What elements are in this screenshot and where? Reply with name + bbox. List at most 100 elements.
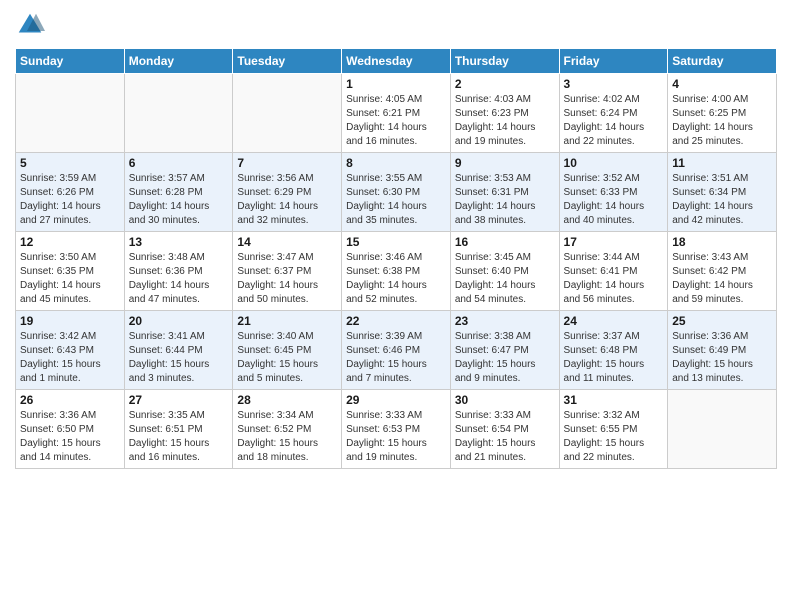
day-number: 5 bbox=[20, 156, 120, 170]
day-info: Sunrise: 3:53 AM Sunset: 6:31 PM Dayligh… bbox=[455, 172, 555, 228]
calendar-cell: 31 Sunrise: 3:32 AM Sunset: 6:55 PM Dayli… bbox=[559, 390, 668, 469]
calendar-week-4: 19 Sunrise: 3:42 AM Sunset: 6:43 PM Dayli… bbox=[16, 311, 777, 390]
calendar-cell: 29Sunrise: 3:33 AM Sunset: 6:53 PM Dayli… bbox=[342, 390, 451, 469]
calendar-cell: 30 Sunrise: 3:33 AM Sunset: 6:54 PM Dayli… bbox=[450, 390, 559, 469]
day-number: 16 bbox=[455, 235, 555, 249]
day-number: 1 bbox=[346, 77, 446, 91]
calendar-cell: 16 Sunrise: 3:45 AM Sunset: 6:40 PM Dayli… bbox=[450, 232, 559, 311]
day-info: Sunrise: 3:36 AM Sunset: 6:49 PM Dayligh… bbox=[672, 330, 772, 386]
day-info: Sunrise: 3:34 AM Sunset: 6:52 PM Dayligh… bbox=[237, 409, 337, 465]
logo bbox=[15, 10, 49, 40]
day-number: 7 bbox=[237, 156, 337, 170]
header bbox=[15, 10, 777, 40]
day-number: 12 bbox=[20, 235, 120, 249]
day-number: 27 bbox=[129, 393, 229, 407]
day-number: 24 bbox=[564, 314, 664, 328]
calendar-week-1: 1 Sunrise: 4:05 AM Sunset: 6:21 PM Daylig… bbox=[16, 74, 777, 153]
calendar-cell: 15 Sunrise: 3:46 AM Sunset: 6:38 PM Dayli… bbox=[342, 232, 451, 311]
day-info: Sunrise: 3:33 AM Sunset: 6:54 PM Dayligh… bbox=[455, 409, 555, 465]
day-info: Sunrise: 3:40 AM Sunset: 6:45 PM Dayligh… bbox=[237, 330, 337, 386]
calendar-cell: 24Sunrise: 3:37 AM Sunset: 6:48 PM Dayli… bbox=[559, 311, 668, 390]
calendar-cell: 6 Sunrise: 3:57 AM Sunset: 6:28 PM Daylig… bbox=[124, 153, 233, 232]
calendar-cell: 28Sunrise: 3:34 AM Sunset: 6:52 PM Dayli… bbox=[233, 390, 342, 469]
day-number: 19 bbox=[20, 314, 120, 328]
day-number: 13 bbox=[129, 235, 229, 249]
day-number: 6 bbox=[129, 156, 229, 170]
day-number: 20 bbox=[129, 314, 229, 328]
calendar-cell: 26 Sunrise: 3:36 AM Sunset: 6:50 PM Dayli… bbox=[16, 390, 125, 469]
calendar-header-row: SundayMondayTuesdayWednesdayThursdayFrid… bbox=[16, 49, 777, 74]
calendar-cell: 5 Sunrise: 3:59 AM Sunset: 6:26 PM Daylig… bbox=[16, 153, 125, 232]
day-info: Sunrise: 3:41 AM Sunset: 6:44 PM Dayligh… bbox=[129, 330, 229, 386]
day-info: Sunrise: 3:47 AM Sunset: 6:37 PM Dayligh… bbox=[237, 251, 337, 307]
calendar-week-3: 12 Sunrise: 3:50 AM Sunset: 6:35 PM Dayli… bbox=[16, 232, 777, 311]
day-number: 4 bbox=[672, 77, 772, 91]
day-number: 21 bbox=[237, 314, 337, 328]
day-info: Sunrise: 3:56 AM Sunset: 6:29 PM Dayligh… bbox=[237, 172, 337, 228]
day-header-thursday: Thursday bbox=[450, 49, 559, 74]
calendar-cell: 19 Sunrise: 3:42 AM Sunset: 6:43 PM Dayli… bbox=[16, 311, 125, 390]
day-info: Sunrise: 3:32 AM Sunset: 6:55 PM Dayligh… bbox=[564, 409, 664, 465]
day-info: Sunrise: 3:42 AM Sunset: 6:43 PM Dayligh… bbox=[20, 330, 120, 386]
day-number: 11 bbox=[672, 156, 772, 170]
day-header-friday: Friday bbox=[559, 49, 668, 74]
day-number: 15 bbox=[346, 235, 446, 249]
day-info: Sunrise: 4:00 AM Sunset: 6:25 PM Dayligh… bbox=[672, 93, 772, 149]
day-info: Sunrise: 3:46 AM Sunset: 6:38 PM Dayligh… bbox=[346, 251, 446, 307]
day-info: Sunrise: 3:38 AM Sunset: 6:47 PM Dayligh… bbox=[455, 330, 555, 386]
day-number: 10 bbox=[564, 156, 664, 170]
day-info: Sunrise: 3:55 AM Sunset: 6:30 PM Dayligh… bbox=[346, 172, 446, 228]
day-info: Sunrise: 4:05 AM Sunset: 6:21 PM Dayligh… bbox=[346, 93, 446, 149]
page: SundayMondayTuesdayWednesdayThursdayFrid… bbox=[0, 0, 792, 479]
day-info: Sunrise: 3:57 AM Sunset: 6:28 PM Dayligh… bbox=[129, 172, 229, 228]
day-number: 30 bbox=[455, 393, 555, 407]
day-number: 8 bbox=[346, 156, 446, 170]
calendar-cell: 1 Sunrise: 4:05 AM Sunset: 6:21 PM Daylig… bbox=[342, 74, 451, 153]
day-number: 22 bbox=[346, 314, 446, 328]
day-info: Sunrise: 3:45 AM Sunset: 6:40 PM Dayligh… bbox=[455, 251, 555, 307]
calendar-cell: 4 Sunrise: 4:00 AM Sunset: 6:25 PM Daylig… bbox=[668, 74, 777, 153]
day-number: 2 bbox=[455, 77, 555, 91]
calendar-cell: 3 Sunrise: 4:02 AM Sunset: 6:24 PM Daylig… bbox=[559, 74, 668, 153]
day-number: 23 bbox=[455, 314, 555, 328]
day-number: 18 bbox=[672, 235, 772, 249]
day-number: 14 bbox=[237, 235, 337, 249]
calendar-cell: 27 Sunrise: 3:35 AM Sunset: 6:51 PM Dayli… bbox=[124, 390, 233, 469]
calendar-cell: 8 Sunrise: 3:55 AM Sunset: 6:30 PM Daylig… bbox=[342, 153, 451, 232]
calendar-cell: 25Sunrise: 3:36 AM Sunset: 6:49 PM Dayli… bbox=[668, 311, 777, 390]
calendar-week-2: 5 Sunrise: 3:59 AM Sunset: 6:26 PM Daylig… bbox=[16, 153, 777, 232]
calendar-cell: 12 Sunrise: 3:50 AM Sunset: 6:35 PM Dayli… bbox=[16, 232, 125, 311]
day-header-wednesday: Wednesday bbox=[342, 49, 451, 74]
calendar-cell: 9 Sunrise: 3:53 AM Sunset: 6:31 PM Daylig… bbox=[450, 153, 559, 232]
calendar-cell bbox=[124, 74, 233, 153]
day-info: Sunrise: 3:35 AM Sunset: 6:51 PM Dayligh… bbox=[129, 409, 229, 465]
day-header-monday: Monday bbox=[124, 49, 233, 74]
day-header-saturday: Saturday bbox=[668, 49, 777, 74]
day-info: Sunrise: 3:52 AM Sunset: 6:33 PM Dayligh… bbox=[564, 172, 664, 228]
logo-icon bbox=[15, 10, 45, 40]
day-info: Sunrise: 3:36 AM Sunset: 6:50 PM Dayligh… bbox=[20, 409, 120, 465]
day-header-tuesday: Tuesday bbox=[233, 49, 342, 74]
day-number: 26 bbox=[20, 393, 120, 407]
day-number: 3 bbox=[564, 77, 664, 91]
calendar-cell: 17Sunrise: 3:44 AM Sunset: 6:41 PM Dayli… bbox=[559, 232, 668, 311]
calendar-cell: 7 Sunrise: 3:56 AM Sunset: 6:29 PM Daylig… bbox=[233, 153, 342, 232]
day-number: 31 bbox=[564, 393, 664, 407]
calendar-cell bbox=[668, 390, 777, 469]
calendar-week-5: 26 Sunrise: 3:36 AM Sunset: 6:50 PM Dayli… bbox=[16, 390, 777, 469]
calendar-cell bbox=[16, 74, 125, 153]
day-info: Sunrise: 3:50 AM Sunset: 6:35 PM Dayligh… bbox=[20, 251, 120, 307]
calendar: SundayMondayTuesdayWednesdayThursdayFrid… bbox=[15, 48, 777, 469]
day-number: 9 bbox=[455, 156, 555, 170]
calendar-cell: 20 Sunrise: 3:41 AM Sunset: 6:44 PM Dayli… bbox=[124, 311, 233, 390]
day-header-sunday: Sunday bbox=[16, 49, 125, 74]
day-info: Sunrise: 3:39 AM Sunset: 6:46 PM Dayligh… bbox=[346, 330, 446, 386]
calendar-cell: 23 Sunrise: 3:38 AM Sunset: 6:47 PM Dayli… bbox=[450, 311, 559, 390]
calendar-cell bbox=[233, 74, 342, 153]
day-info: Sunrise: 3:59 AM Sunset: 6:26 PM Dayligh… bbox=[20, 172, 120, 228]
calendar-cell: 22 Sunrise: 3:39 AM Sunset: 6:46 PM Dayli… bbox=[342, 311, 451, 390]
calendar-cell: 10 Sunrise: 3:52 AM Sunset: 6:33 PM Dayli… bbox=[559, 153, 668, 232]
calendar-cell: 2Sunrise: 4:03 AM Sunset: 6:23 PM Daylig… bbox=[450, 74, 559, 153]
day-info: Sunrise: 3:44 AM Sunset: 6:41 PM Dayligh… bbox=[564, 251, 664, 307]
day-info: Sunrise: 4:02 AM Sunset: 6:24 PM Dayligh… bbox=[564, 93, 664, 149]
